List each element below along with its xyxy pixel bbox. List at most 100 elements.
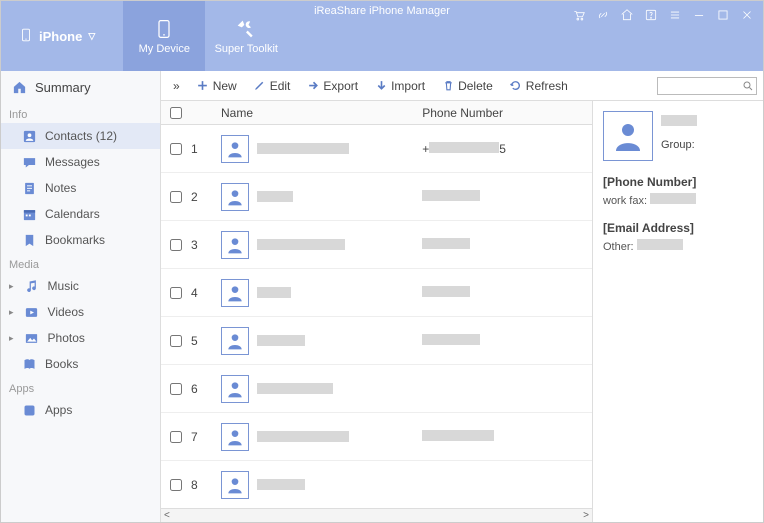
menu-icon[interactable] [667, 7, 683, 23]
select-all-checkbox[interactable] [170, 107, 182, 119]
row-index: 2 [191, 190, 217, 204]
tools-icon [236, 17, 256, 41]
table-row[interactable]: 1+5 [161, 125, 592, 173]
scroll-right-icon[interactable]: > [583, 510, 589, 521]
window-controls [571, 7, 755, 23]
avatar [221, 423, 249, 451]
sidebar-item-photos[interactable]: Photos [1, 325, 160, 351]
sidebar-item-music[interactable]: Music [1, 273, 160, 299]
summary-label: Summary [35, 80, 91, 95]
sidebar-item-label: Videos [48, 305, 84, 319]
contact-name [257, 287, 291, 298]
device-selector[interactable]: iPhone ▽ [1, 1, 113, 71]
row-checkbox[interactable] [170, 239, 182, 251]
phone-section-title: [Phone Number] [603, 175, 753, 189]
sidebar-item-books[interactable]: Books [1, 351, 160, 377]
table-row[interactable]: 8 [161, 461, 592, 508]
table-row[interactable]: 7 [161, 413, 592, 461]
row-index: 3 [191, 238, 217, 252]
column-phone[interactable]: Phone Number [416, 106, 592, 120]
sidebar-item-videos[interactable]: Videos [1, 299, 160, 325]
notes-icon [21, 180, 37, 196]
sidebar-item-contacts[interactable]: Contacts (12) [1, 123, 160, 149]
tab-label: Super Toolkit [215, 43, 278, 55]
import-icon [374, 79, 388, 93]
row-index: 5 [191, 334, 217, 348]
avatar [221, 327, 249, 355]
row-checkbox[interactable] [170, 479, 182, 491]
sidebar-item-notes[interactable]: Notes [1, 175, 160, 201]
avatar [221, 135, 249, 163]
group-media-label: Media [1, 253, 160, 273]
row-checkbox[interactable] [170, 191, 182, 203]
export-button[interactable]: Export [300, 77, 364, 95]
messages-icon [21, 154, 37, 170]
sidebar-item-label: Bookmarks [45, 233, 105, 247]
contact-name [257, 143, 349, 154]
row-index: 8 [191, 478, 217, 492]
home-icon[interactable] [619, 7, 635, 23]
row-index: 6 [191, 382, 217, 396]
table-row[interactable]: 3 [161, 221, 592, 269]
table-row[interactable]: 2 [161, 173, 592, 221]
column-name[interactable]: Name [217, 106, 416, 120]
minimize-button[interactable] [691, 7, 707, 23]
pencil-icon [253, 79, 267, 93]
close-button[interactable] [739, 7, 755, 23]
search-icon [742, 80, 754, 92]
horizontal-scrollbar[interactable]: < > [161, 508, 592, 522]
tab-label: My Device [139, 43, 190, 55]
link-icon[interactable] [595, 7, 611, 23]
scroll-left-icon[interactable]: < [164, 510, 170, 521]
new-button[interactable]: New [190, 77, 243, 95]
expand-button[interactable]: » [167, 77, 186, 95]
sidebar-item-label: Calendars [45, 207, 100, 221]
cart-icon[interactable] [571, 7, 587, 23]
header-tabs: My Device Super Toolkit [123, 1, 287, 71]
bookmarks-icon [21, 232, 37, 248]
contact-details-pane: Group: [Phone Number] work fax: [Email A… [593, 101, 763, 522]
row-index: 4 [191, 286, 217, 300]
row-checkbox[interactable] [170, 335, 182, 347]
contact-phone [416, 190, 592, 204]
sidebar-item-label: Photos [48, 331, 85, 345]
contact-phone [416, 334, 592, 348]
table-row[interactable]: 6 [161, 365, 592, 413]
sidebar-item-label: Apps [45, 403, 72, 417]
delete-button[interactable]: Delete [435, 77, 499, 95]
row-checkbox[interactable] [170, 383, 182, 395]
maximize-button[interactable] [715, 7, 731, 23]
email-label: Other: [603, 241, 634, 253]
table-row[interactable]: 5 [161, 317, 592, 365]
sidebar-item-apps[interactable]: Apps [1, 397, 160, 423]
export-icon [306, 79, 320, 93]
search-box [657, 77, 757, 95]
dropdown-icon: ▽ [88, 31, 95, 42]
main-panel: » New Edit Export Import Delete [161, 71, 763, 522]
app-header: iReaShare iPhone Manager iPhone ▽ My Dev… [1, 1, 763, 71]
contact-name [257, 335, 305, 346]
avatar [221, 471, 249, 499]
avatar [221, 183, 249, 211]
group-info-label: Info [1, 103, 160, 123]
table-row[interactable]: 4 [161, 269, 592, 317]
contact-name [661, 115, 697, 126]
contacts-icon [21, 128, 37, 144]
row-checkbox[interactable] [170, 143, 182, 155]
sidebar-item-calendars[interactable]: Calendars [1, 201, 160, 227]
edit-button[interactable]: Edit [247, 77, 297, 95]
row-checkbox[interactable] [170, 431, 182, 443]
row-checkbox[interactable] [170, 287, 182, 299]
sidebar-item-messages[interactable]: Messages [1, 149, 160, 175]
sidebar-item-label: Messages [45, 155, 100, 169]
help-icon[interactable] [643, 7, 659, 23]
tab-my-device[interactable]: My Device [123, 1, 205, 71]
sidebar-summary[interactable]: Summary [1, 71, 160, 103]
import-button[interactable]: Import [368, 77, 431, 95]
apps-icon [21, 402, 37, 418]
phone-label: work fax: [603, 195, 647, 207]
contact-phone [416, 286, 592, 300]
refresh-button[interactable]: Refresh [503, 77, 574, 95]
sidebar-item-bookmarks[interactable]: Bookmarks [1, 227, 160, 253]
tab-super-toolkit[interactable]: Super Toolkit [205, 1, 287, 71]
